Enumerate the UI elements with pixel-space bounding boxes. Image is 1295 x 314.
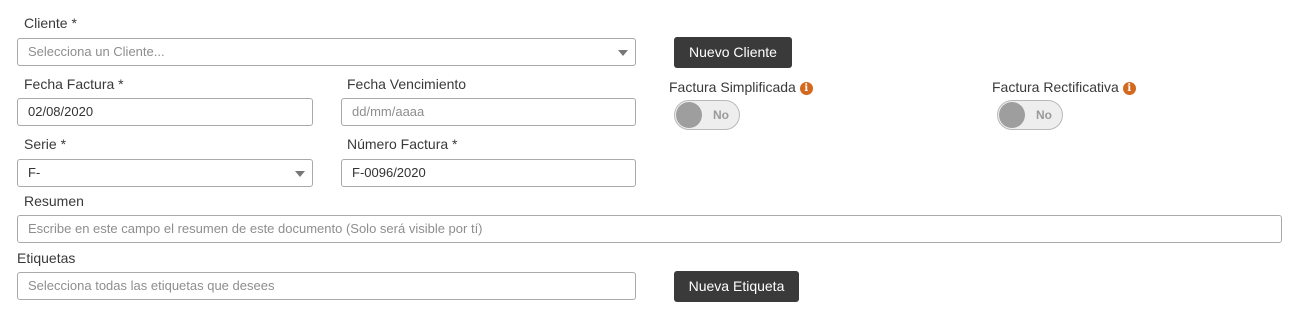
client-placeholder: Selecciona un Cliente... xyxy=(28,44,165,59)
rectifying-invoice-label-text: Factura Rectificativa xyxy=(992,79,1119,95)
invoice-date-value: 02/08/2020 xyxy=(28,104,94,119)
series-select[interactable]: F- xyxy=(17,159,313,187)
simplified-invoice-label-text: Factura Simplificada xyxy=(669,79,796,95)
rectifying-invoice-toggle[interactable]: No xyxy=(997,100,1063,130)
due-date-input[interactable]: dd/mm/aaaa xyxy=(341,98,636,126)
toggle-knob xyxy=(676,102,702,128)
new-tag-button[interactable]: Nueva Etiqueta xyxy=(674,271,799,302)
info-icon[interactable]: i xyxy=(1122,82,1136,95)
client-label: Cliente * xyxy=(24,15,77,31)
invoice-number-label: Número Factura * xyxy=(347,136,458,152)
summary-input[interactable]: Escribe en este campo el resumen de este… xyxy=(17,215,1282,243)
due-date-placeholder: dd/mm/aaaa xyxy=(352,104,425,119)
series-label: Serie * xyxy=(24,136,67,152)
toggle-state-label: No xyxy=(713,108,729,122)
new-client-button[interactable]: Nuevo Cliente xyxy=(674,37,792,68)
invoice-number-input[interactable]: F-0096/2020 xyxy=(341,159,636,187)
tags-placeholder: Selecciona todas las etiquetas que desee… xyxy=(28,278,275,293)
caret-down-icon xyxy=(618,50,628,56)
simplified-invoice-toggle[interactable]: No xyxy=(674,100,740,130)
client-select[interactable]: Selecciona un Cliente... xyxy=(17,38,636,66)
caret-down-icon xyxy=(295,171,305,177)
toggle-state-label: No xyxy=(1036,108,1052,122)
rectifying-invoice-label: Factura Rectificativa i xyxy=(992,79,1136,95)
info-icon[interactable]: i xyxy=(799,82,813,95)
invoice-number-value: F-0096/2020 xyxy=(352,165,426,180)
simplified-invoice-label: Factura Simplificada i xyxy=(669,79,813,95)
tags-label: Etiquetas xyxy=(17,250,76,266)
summary-placeholder: Escribe en este campo el resumen de este… xyxy=(28,221,483,236)
toggle-knob xyxy=(999,102,1025,128)
tags-select[interactable]: Selecciona todas las etiquetas que desee… xyxy=(17,272,636,300)
series-value: F- xyxy=(28,165,41,180)
summary-label: Resumen xyxy=(24,193,84,209)
invoice-date-input[interactable]: 02/08/2020 xyxy=(17,98,313,126)
invoice-date-label: Fecha Factura * xyxy=(24,76,124,92)
due-date-label: Fecha Vencimiento xyxy=(347,76,467,92)
